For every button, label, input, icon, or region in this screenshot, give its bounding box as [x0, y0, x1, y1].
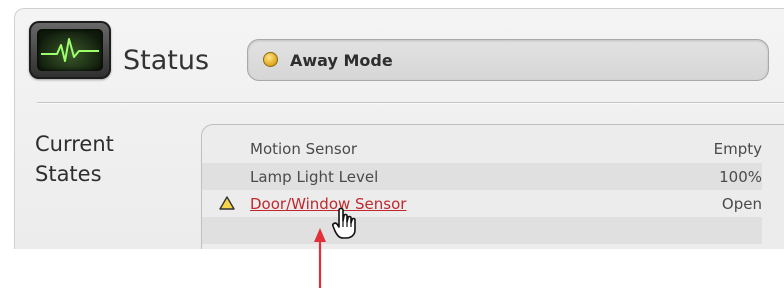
list-item[interactable]: Door/Window Sensor Open — [202, 190, 762, 217]
state-name: Lamp Light Level — [250, 168, 379, 186]
section-divider — [37, 102, 784, 104]
list-item: Lamp Light Level 100% — [202, 163, 762, 190]
status-panel: Status Away Mode Current States Motion S… — [14, 8, 784, 249]
state-value: Open — [721, 195, 762, 213]
state-name: Motion Sensor — [250, 140, 358, 158]
state-value: 100% — [719, 168, 762, 186]
current-states-list: Motion Sensor Empty Lamp Light Level 100… — [201, 124, 784, 249]
mode-indicator-icon — [263, 52, 278, 67]
hand-pointer-icon — [332, 207, 356, 239]
heartbeat-monitor-icon — [29, 21, 111, 79]
mode-status-bar: Away Mode — [247, 39, 769, 81]
mode-label: Away Mode — [290, 51, 393, 70]
warning-triangle-icon — [219, 196, 235, 210]
state-value: Empty — [713, 140, 762, 158]
list-item-empty — [202, 217, 762, 244]
list-item: Motion Sensor Empty — [202, 135, 762, 162]
current-states-label: Current States — [35, 132, 114, 186]
door-window-sensor-link[interactable]: Door/Window Sensor — [250, 195, 406, 213]
red-pointer-arrow-icon — [314, 228, 326, 288]
page-title: Status — [123, 45, 210, 76]
